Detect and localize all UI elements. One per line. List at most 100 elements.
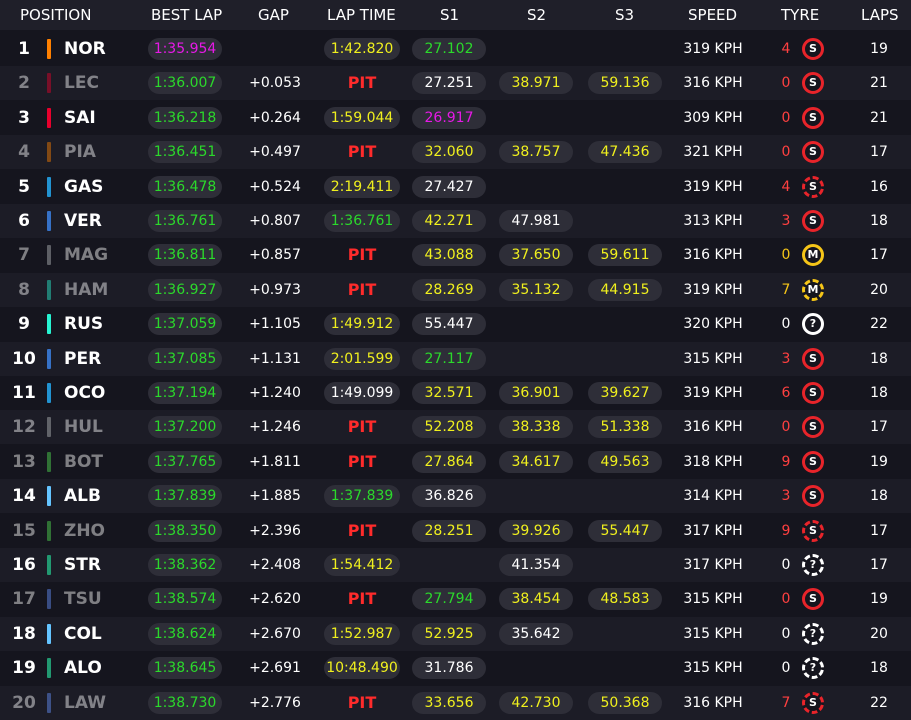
header-speed[interactable]: SPEED bbox=[688, 0, 737, 30]
pit-indicator: PIT bbox=[347, 417, 377, 437]
table-row[interactable]: 11 OCO 1:37.194 +1.240 1:49.099 32.571 3… bbox=[0, 376, 911, 410]
gap-value: +1.240 bbox=[249, 385, 301, 401]
tyre-age: 0 bbox=[781, 109, 791, 126]
position-number: 17 bbox=[12, 589, 36, 610]
sector-3-value: 48.583 bbox=[588, 588, 662, 611]
speed-value: 315 KPH bbox=[683, 625, 743, 642]
pit-indicator bbox=[324, 101, 400, 135]
table-row[interactable]: 13 BOT 1:37.765 +1.811 PIT 27.864 34.617… bbox=[0, 444, 911, 479]
table-row[interactable]: 10 PER 1:37.085 +1.131 2:01.599 27.117 3… bbox=[0, 341, 911, 376]
sector-1-value: 28.251 bbox=[412, 519, 486, 542]
pit-indicator bbox=[324, 204, 400, 238]
sector-1-value: 32.060 bbox=[412, 141, 486, 164]
driver-code: LEC bbox=[64, 73, 99, 94]
gap-value: +0.524 bbox=[249, 178, 301, 195]
gap-value bbox=[236, 32, 314, 66]
position-number: 2 bbox=[18, 73, 30, 94]
table-row[interactable]: 14 ALB 1:37.839 +1.885 1:37.839 36.826 3… bbox=[0, 479, 911, 514]
header-s1[interactable]: S1 bbox=[440, 0, 459, 30]
pit-indicator bbox=[324, 342, 400, 376]
tyre-age: 3 bbox=[781, 350, 791, 367]
sector-2-value: 41.354 bbox=[499, 554, 573, 576]
driver-code: BOT bbox=[64, 451, 104, 472]
gap-value: +1.885 bbox=[249, 488, 301, 505]
pit-indicator bbox=[324, 479, 400, 513]
header-gap[interactable]: GAP bbox=[258, 0, 289, 30]
header-best-lap[interactable]: BEST LAP bbox=[151, 0, 222, 30]
best-lap-value: 1:37.194 bbox=[148, 382, 222, 404]
sector-1-value: 31.786 bbox=[412, 657, 486, 680]
table-row[interactable]: 5 GAS 1:36.478 +0.524 2:19.411 27.427 31… bbox=[0, 169, 911, 204]
header-position[interactable]: POSITION bbox=[20, 0, 91, 30]
sector-2-value: 39.926 bbox=[499, 519, 573, 542]
laps-count: 17 bbox=[870, 247, 888, 264]
sector-2-value: 38.454 bbox=[499, 588, 573, 611]
speed-value: 313 KPH bbox=[683, 213, 743, 229]
speed-value: 316 KPH bbox=[683, 75, 743, 92]
tyre-age: 0 bbox=[781, 316, 791, 333]
header-s2[interactable]: S2 bbox=[527, 0, 546, 30]
tyre-age: 9 bbox=[781, 522, 791, 539]
header-lap-time[interactable]: LAP TIME bbox=[327, 0, 396, 30]
table-row[interactable]: 7 MAG 1:36.811 +0.857 PIT 43.088 37.650 … bbox=[0, 238, 911, 273]
sector-2-value: 38.338 bbox=[499, 416, 573, 439]
tyre-age: 4 bbox=[781, 41, 791, 57]
tyre-age: 0 bbox=[781, 660, 791, 677]
laps-count: 21 bbox=[870, 109, 888, 126]
gap-value: +2.691 bbox=[249, 660, 301, 677]
header-s3[interactable]: S3 bbox=[615, 0, 634, 30]
speed-value: 316 KPH bbox=[683, 694, 743, 711]
soft-tyre-icon: S bbox=[802, 450, 824, 473]
sector-3-value: 51.338 bbox=[588, 416, 662, 439]
best-lap-value: 1:36.218 bbox=[148, 106, 222, 129]
table-row[interactable]: 19 ALO 1:38.645 +2.691 10:48.490 31.786 … bbox=[0, 651, 911, 686]
table-row[interactable]: 3 SAI 1:36.218 +0.264 1:59.044 26.917 30… bbox=[0, 100, 911, 135]
table-row[interactable]: 8 HAM 1:36.927 +0.973 PIT 28.269 35.132 … bbox=[0, 272, 911, 307]
table-row[interactable]: 20 LAW 1:38.730 +2.776 PIT 33.656 42.730… bbox=[0, 685, 911, 720]
driver-code: PER bbox=[64, 348, 102, 369]
best-lap-value: 1:38.730 bbox=[148, 691, 222, 714]
position-number: 20 bbox=[12, 692, 36, 713]
table-row[interactable]: 18 COL 1:38.624 +2.670 1:52.987 52.925 3… bbox=[0, 616, 911, 651]
sector-1-value: 36.826 bbox=[412, 485, 486, 508]
sector-2-value: 35.132 bbox=[499, 278, 573, 301]
table-row[interactable]: 6 VER 1:36.761 +0.807 1:36.761 42.271 47… bbox=[0, 204, 911, 238]
medium-tyre-icon: M bbox=[802, 278, 824, 301]
soft-tyre-icon: S bbox=[802, 485, 824, 508]
position-number: 6 bbox=[18, 211, 30, 231]
header-tyre[interactable]: TYRE bbox=[781, 0, 819, 30]
header-laps[interactable]: LAPS bbox=[861, 0, 899, 30]
sector-2-value: 38.757 bbox=[499, 141, 573, 164]
team-color-bar bbox=[47, 451, 51, 472]
position-number: 18 bbox=[12, 623, 36, 644]
driver-code: HAM bbox=[64, 279, 109, 300]
sector-2-value: 34.617 bbox=[499, 450, 573, 473]
team-color-bar bbox=[47, 279, 51, 300]
best-lap-value: 1:36.811 bbox=[148, 244, 222, 267]
laps-count: 19 bbox=[870, 591, 888, 608]
table-row[interactable]: 4 PIA 1:36.451 +0.497 PIT 32.060 38.757 … bbox=[0, 135, 911, 170]
unknown-tyre-icon: ? bbox=[802, 657, 824, 680]
table-row[interactable]: 12 HUL 1:37.200 +1.246 PIT 52.208 38.338… bbox=[0, 410, 911, 445]
tyre-age: 0 bbox=[781, 591, 791, 608]
table-row[interactable]: 1 NOR 1:35.954 1:42.820 27.102 319 KPH 4… bbox=[0, 32, 911, 66]
laps-count: 18 bbox=[870, 488, 888, 505]
best-lap-value: 1:38.362 bbox=[148, 554, 222, 576]
best-lap-value: 1:36.927 bbox=[148, 278, 222, 301]
speed-value: 320 KPH bbox=[683, 316, 743, 333]
table-row[interactable]: 9 RUS 1:37.059 +1.105 1:49.912 55.447 32… bbox=[0, 307, 911, 342]
table-row[interactable]: 17 TSU 1:38.574 +2.620 PIT 27.794 38.454… bbox=[0, 582, 911, 617]
sector-1-value: 27.427 bbox=[412, 175, 486, 198]
gap-value: +2.620 bbox=[249, 591, 301, 608]
table-row[interactable]: 2 LEC 1:36.007 +0.053 PIT 27.251 38.971 … bbox=[0, 66, 911, 101]
table-row[interactable]: 15 ZHO 1:38.350 +2.396 PIT 28.251 39.926… bbox=[0, 513, 911, 548]
table-row[interactable]: 16 STR 1:38.362 +2.408 1:54.412 41.354 3… bbox=[0, 548, 911, 582]
driver-code: HUL bbox=[64, 417, 103, 438]
driver-code: STR bbox=[64, 555, 101, 575]
speed-value: 315 KPH bbox=[683, 660, 743, 677]
speed-value: 317 KPH bbox=[683, 557, 743, 573]
best-lap-value: 1:37.765 bbox=[148, 450, 222, 473]
tyre-age: 0 bbox=[781, 625, 791, 642]
pit-indicator: PIT bbox=[347, 451, 377, 471]
tyre-age: 9 bbox=[781, 453, 791, 470]
